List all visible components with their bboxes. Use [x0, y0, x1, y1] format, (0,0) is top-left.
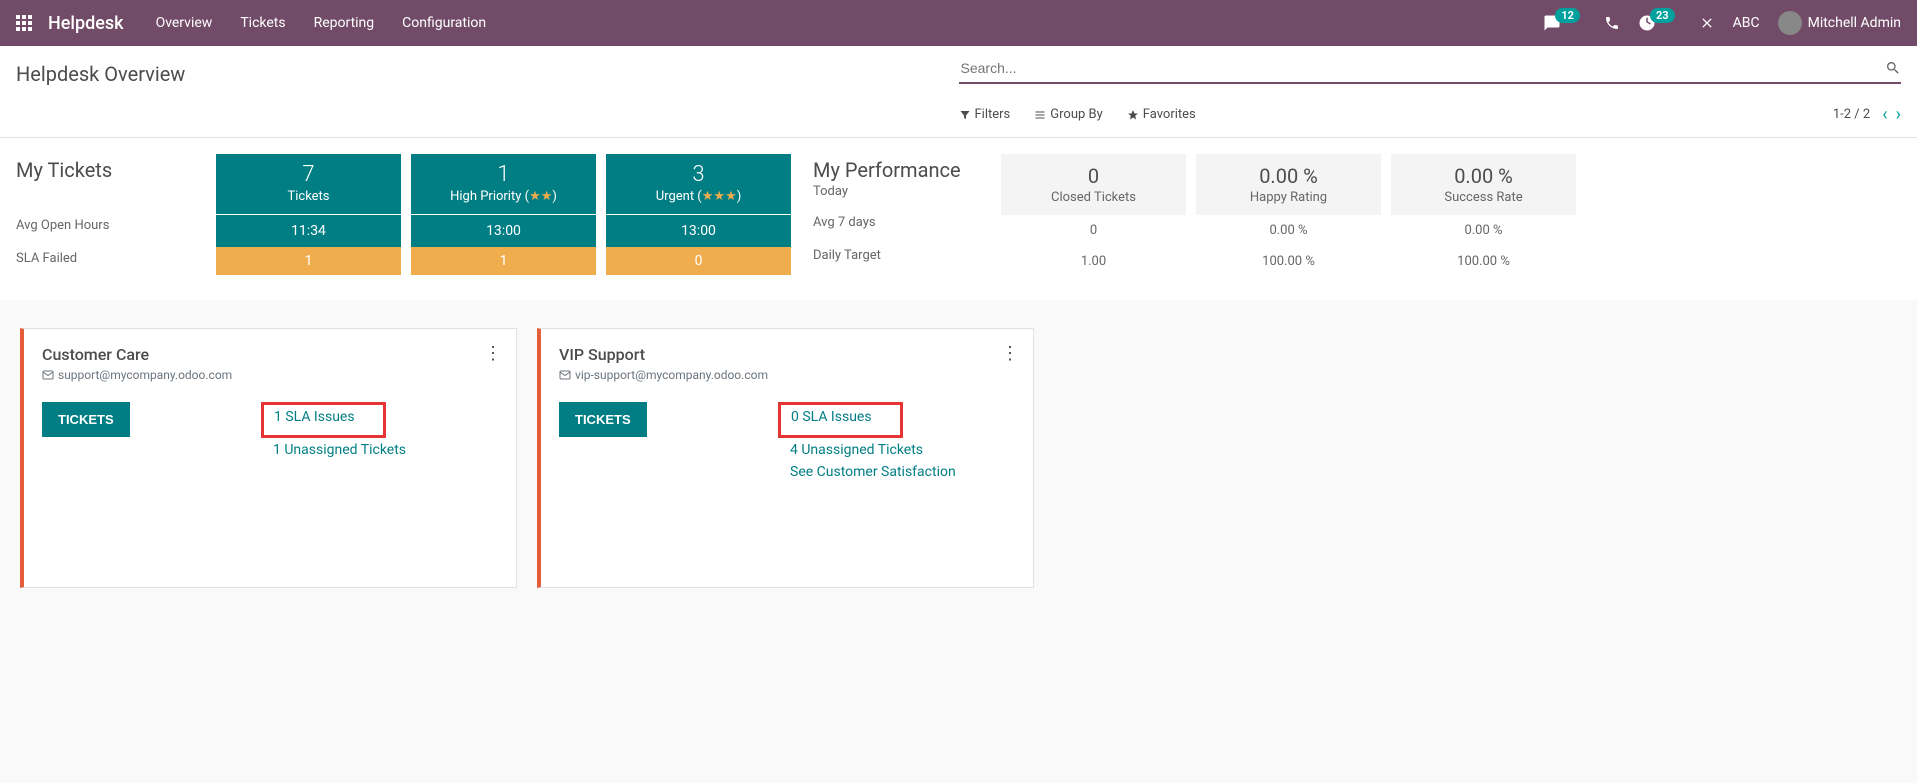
nav-overview[interactable]: Overview: [156, 15, 213, 31]
stat-label: Tickets: [216, 189, 401, 204]
pager-counter[interactable]: 1-2 / 2: [1833, 107, 1870, 122]
target-label: Daily Target: [813, 248, 991, 263]
dashboard: My Tickets Avg Open Hours SLA Failed 7 Ti…: [0, 138, 1917, 300]
closed-tickets-col[interactable]: 0 Closed Tickets 0 1.00: [1001, 154, 1186, 284]
perf-label: Success Rate: [1391, 190, 1576, 205]
sla-highlight: 0 SLA Issues: [778, 402, 903, 438]
stat-mid: 11:34: [216, 215, 401, 247]
stat-foot: 1: [411, 247, 596, 275]
tickets-stat[interactable]: 7 Tickets 11:34 1: [216, 154, 401, 284]
dots-vertical-icon[interactable]: ⋮: [1001, 343, 1019, 364]
filters-button[interactable]: Filters: [959, 107, 1011, 122]
perf-avg: 0.00 %: [1391, 215, 1576, 246]
team-name[interactable]: VIP Support: [559, 345, 1015, 364]
perf-num: 0.00 %: [1391, 164, 1576, 188]
sla-issues-link[interactable]: 1 SLA Issues: [274, 409, 355, 425]
team-email: vip-support@mycompany.odoo.com: [559, 368, 1015, 382]
perf-num: 0.00 %: [1196, 164, 1381, 188]
performance-sub: Today: [813, 184, 991, 199]
avg-open-label: Avg Open Hours: [16, 218, 206, 233]
group-by-label: Group By: [1050, 107, 1103, 122]
messages-icon[interactable]: 12: [1543, 14, 1586, 32]
perf-avg: 0.00 %: [1196, 215, 1381, 246]
group-by-button[interactable]: Group By: [1034, 107, 1103, 122]
success-rate-col[interactable]: 0.00 % Success Rate 0.00 % 100.00 %: [1391, 154, 1576, 284]
phone-icon[interactable]: [1604, 15, 1620, 31]
stat-foot: 0: [606, 247, 791, 275]
list-icon: [1034, 109, 1046, 121]
brand-title[interactable]: Helpdesk: [48, 13, 124, 34]
happy-rating-col[interactable]: 0.00 % Happy Rating 0.00 % 100.00 %: [1196, 154, 1381, 284]
nav-tickets[interactable]: Tickets: [240, 15, 285, 31]
pager: 1-2 / 2 ‹ ›: [1833, 104, 1901, 125]
control-panel: Helpdesk Overview Filters Group By Favor…: [0, 46, 1917, 138]
perf-target: 100.00 %: [1391, 246, 1576, 277]
user-menu[interactable]: Mitchell Admin: [1778, 11, 1901, 35]
stat-mid: 13:00: [606, 215, 791, 247]
teams-kanban: ⋮ Customer Care support@mycompany.odoo.c…: [0, 308, 1917, 608]
stat-label: High Priority (★★): [411, 189, 596, 204]
navbar-right: 12 23 ABC Mitchell Admin: [1543, 11, 1901, 35]
tickets-button[interactable]: TICKETS: [42, 402, 130, 437]
top-navbar: Helpdesk Overview Tickets Reporting Conf…: [0, 0, 1917, 46]
favorites-button[interactable]: Favorites: [1127, 107, 1196, 122]
nav-configuration[interactable]: Configuration: [402, 15, 486, 31]
perf-label: Closed Tickets: [1001, 190, 1186, 205]
sla-highlight: 1 SLA Issues: [261, 402, 386, 438]
search-input[interactable]: [959, 58, 1886, 78]
stat-label: Urgent (★★★): [606, 189, 791, 204]
avatar-icon: [1778, 11, 1802, 35]
perf-target: 100.00 %: [1196, 246, 1381, 277]
star-icon: [1127, 109, 1139, 121]
user-name: Mitchell Admin: [1808, 15, 1901, 31]
sla-issues-link[interactable]: 0 SLA Issues: [791, 409, 872, 425]
team-email: support@mycompany.odoo.com: [42, 368, 498, 382]
team-card-customer-care[interactable]: ⋮ Customer Care support@mycompany.odoo.c…: [20, 328, 517, 588]
stat-num: 3: [606, 162, 791, 187]
my-tickets-labels: My Tickets Avg Open Hours SLA Failed: [16, 154, 206, 284]
my-tickets-heading: My Tickets: [16, 158, 206, 182]
dots-vertical-icon[interactable]: ⋮: [484, 343, 502, 364]
sla-failed-label: SLA Failed: [16, 251, 206, 266]
activities-icon[interactable]: 23: [1638, 14, 1681, 32]
team-email-text: vip-support@mycompany.odoo.com: [575, 368, 768, 382]
nav-links: Overview Tickets Reporting Configuration: [156, 15, 487, 31]
stat-num: 7: [216, 162, 401, 187]
apps-grid-icon[interactable]: [16, 15, 32, 31]
performance-heading: My Performance: [813, 158, 991, 182]
company-switcher[interactable]: ABC: [1733, 15, 1760, 31]
page-title: Helpdesk Overview: [16, 54, 185, 94]
filter-icon: [959, 109, 971, 121]
customer-satisfaction-link[interactable]: See Customer Satisfaction: [790, 464, 1015, 480]
pager-prev[interactable]: ‹: [1882, 104, 1887, 125]
stat-foot: 1: [216, 247, 401, 275]
activities-badge: 23: [1650, 8, 1675, 23]
perf-num: 0: [1001, 164, 1186, 188]
search-box: [959, 54, 1902, 84]
envelope-icon: [559, 369, 571, 381]
close-tray-icon[interactable]: [1699, 15, 1715, 31]
unassigned-link[interactable]: 4 Unassigned Tickets: [790, 442, 1015, 458]
stat-num: 1: [411, 162, 596, 187]
high-priority-stat[interactable]: 1 High Priority (★★) 13:00 1: [411, 154, 596, 284]
team-name[interactable]: Customer Care: [42, 345, 498, 364]
perf-target: 1.00: [1001, 246, 1186, 277]
filters-label: Filters: [975, 107, 1011, 122]
nav-reporting[interactable]: Reporting: [314, 15, 375, 31]
favorites-label: Favorites: [1143, 107, 1196, 122]
search-icon[interactable]: [1885, 60, 1901, 76]
perf-avg: 0: [1001, 215, 1186, 246]
avg7-label: Avg 7 days: [813, 215, 991, 230]
perf-label: Happy Rating: [1196, 190, 1381, 205]
pager-next[interactable]: ›: [1896, 104, 1901, 125]
messages-badge: 12: [1555, 8, 1580, 23]
tickets-button[interactable]: TICKETS: [559, 402, 647, 437]
performance-labels: My Performance Today Avg 7 days Daily Ta…: [801, 154, 991, 284]
urgent-stat[interactable]: 3 Urgent (★★★) 13:00 0: [606, 154, 791, 284]
team-email-text: support@mycompany.odoo.com: [58, 368, 232, 382]
team-card-vip-support[interactable]: ⋮ VIP Support vip-support@mycompany.odoo…: [537, 328, 1034, 588]
envelope-icon: [42, 369, 54, 381]
stat-mid: 13:00: [411, 215, 596, 247]
unassigned-link[interactable]: 1 Unassigned Tickets: [273, 442, 498, 458]
